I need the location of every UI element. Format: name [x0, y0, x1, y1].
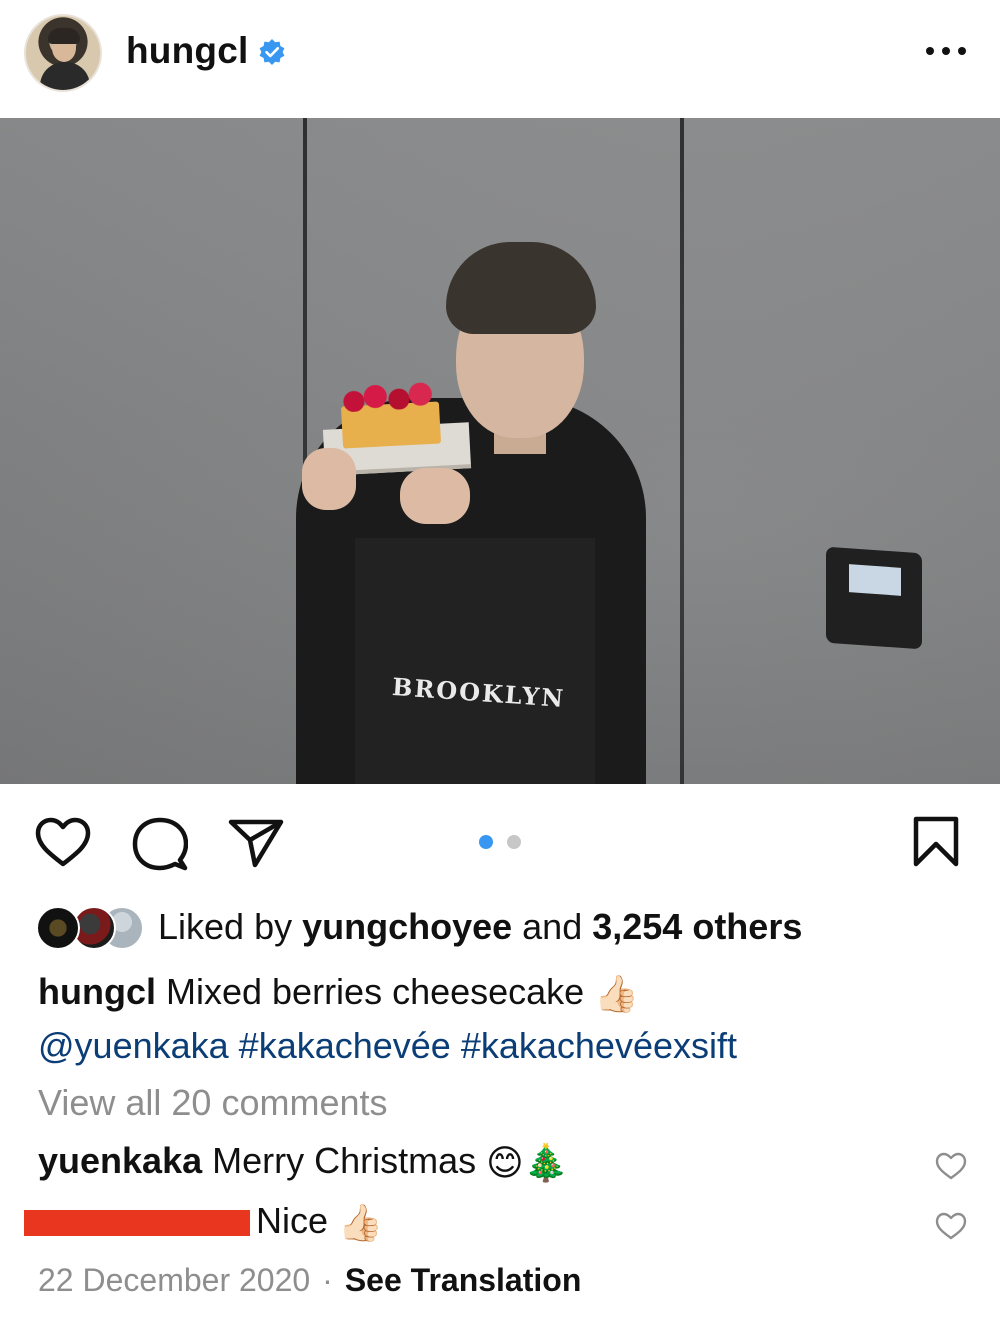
likes-summary[interactable]: Liked by yungchoyee and 3,254 others — [36, 902, 802, 952]
smile-icon: 😊 — [486, 1142, 524, 1184]
footer-separator: · — [322, 1262, 333, 1298]
left-hand — [302, 448, 356, 510]
likes-middle: and — [512, 906, 593, 947]
thumbs-up-icon: 👍🏻 — [594, 973, 640, 1015]
post-date: 22 December 2020 — [38, 1262, 311, 1298]
comment-item: yuenkaka Merry Christmas 😊🎄 — [38, 1140, 569, 1184]
comment-like-heart-icon[interactable] — [935, 1152, 967, 1180]
avatar-hair — [48, 28, 80, 44]
heart-icon[interactable] — [34, 816, 92, 868]
comment-username[interactable]: yuenkaka — [38, 1140, 202, 1181]
card-reader-screen — [849, 564, 901, 596]
redacted-username — [24, 1210, 250, 1237]
likes-count[interactable]: 3,254 others — [592, 906, 802, 947]
wall-card-reader — [826, 546, 922, 650]
share-icon[interactable] — [228, 818, 284, 868]
verified-badge-icon — [259, 39, 285, 65]
liker-avatars — [36, 904, 146, 950]
post-footer: 22 December 2020 · See Translation — [38, 1262, 581, 1299]
avatar[interactable] — [24, 14, 102, 92]
post-caption: hungcl Mixed berries cheesecake 👍🏻 @yuen… — [38, 966, 968, 1072]
right-hand — [400, 468, 470, 524]
caption-username[interactable]: hungcl — [38, 971, 156, 1012]
likes-prefix: Liked by — [158, 906, 303, 947]
comment-item: Nice 👍🏻 — [24, 1200, 383, 1244]
liker-username[interactable]: yungchoyee — [302, 906, 512, 947]
carousel-dot-active — [479, 835, 493, 849]
view-all-comments[interactable]: View all 20 comments — [38, 1082, 388, 1124]
caption-hashtag[interactable]: #kakachevéexsift — [461, 1025, 737, 1066]
berries-topping — [341, 381, 441, 413]
post-image[interactable]: BROOKLYN — [0, 118, 1000, 784]
caption-hashtag[interactable]: #kakachevée — [239, 1025, 451, 1066]
see-translation-link[interactable]: See Translation — [345, 1262, 582, 1298]
caption-mention[interactable]: @yuenkaka — [38, 1025, 229, 1066]
post-header: hungcl — [0, 0, 1000, 118]
avatar-shirt — [40, 62, 90, 90]
thumbs-up-icon: 👍🏻 — [338, 1202, 383, 1244]
username[interactable]: hungcl — [126, 30, 248, 72]
comment-icon[interactable] — [132, 816, 188, 872]
carousel-indicator — [479, 835, 521, 849]
save-icon[interactable] — [912, 816, 960, 868]
christmas-tree-icon: 🎄 — [523, 1142, 569, 1184]
person-body — [355, 538, 595, 784]
comment-like-heart-icon[interactable] — [935, 1212, 967, 1240]
caption-text: Mixed berries cheesecake — [166, 971, 585, 1012]
liker-avatar — [36, 906, 80, 950]
comment-text: Nice — [256, 1200, 329, 1241]
carousel-dot — [507, 835, 521, 849]
more-options-icon[interactable] — [926, 36, 966, 66]
likes-text: Liked by yungchoyee and 3,254 others — [158, 906, 802, 948]
comment-text: Merry Christmas — [212, 1140, 477, 1181]
